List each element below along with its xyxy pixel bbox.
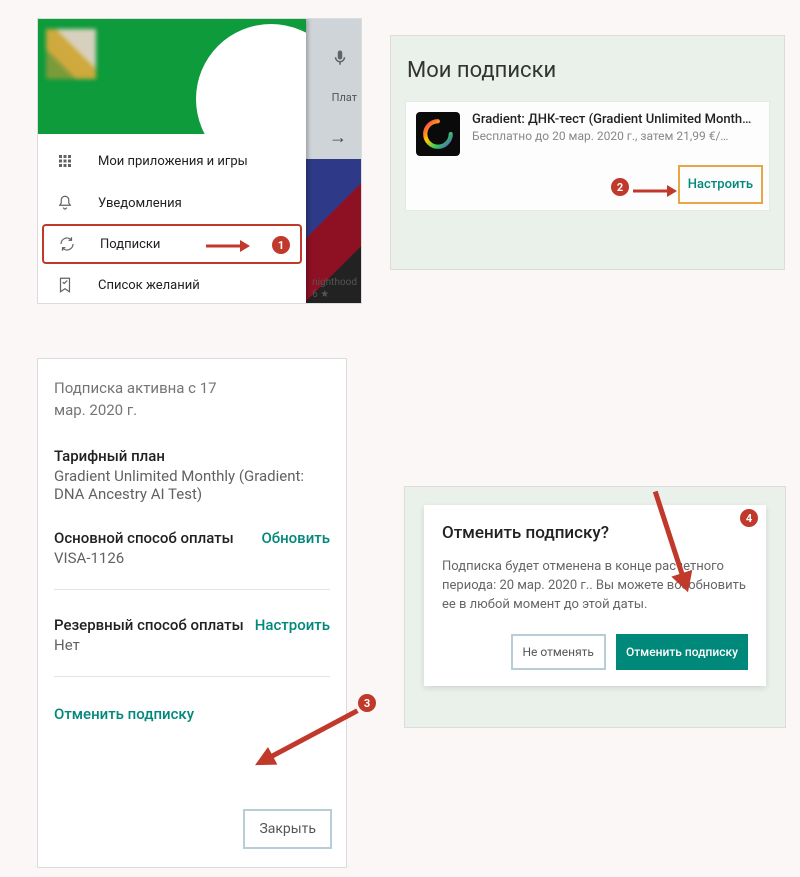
primary-payment-value: VISA-1126 — [54, 549, 330, 567]
drawer-menu: Мои приложения и игры Уведомления Подпис… — [38, 134, 306, 304]
menu-label: Уведомления — [98, 196, 182, 211]
plan-section: Тарифный план Gradient Unlimited Monthly… — [54, 447, 330, 503]
bg-caption: nighthood6 ★ — [312, 277, 357, 301]
subscription-detail-screenshot: Подписка активна с 17 мар. 2020 г. Тариф… — [37, 358, 347, 868]
annotation-badge-2: 2 — [611, 178, 629, 196]
menu-item-subscriptions[interactable]: Подписки 1 — [42, 224, 302, 264]
apps-icon — [54, 150, 76, 172]
backup-payment-section: Настроить Резервный способ оплаты Нет — [54, 616, 330, 654]
manage-link[interactable]: Настроить — [678, 165, 763, 204]
dialog-body: Подписка будет отменена в конце расчетно… — [442, 557, 748, 614]
page-title: Мои подписки — [407, 58, 768, 83]
confirm-cancel-button[interactable]: Отменить подписку — [616, 634, 748, 670]
plan-heading: Тарифный план — [54, 447, 330, 465]
subscription-card[interactable]: Gradient: ДНК-тест (Gradient Unlimited M… — [405, 101, 770, 211]
divider — [54, 676, 330, 677]
dialog-title: Отменить подписку? — [442, 523, 748, 543]
annotation-badge-3: 3 — [358, 694, 376, 712]
drawer-hero-image — [38, 19, 306, 134]
dialog-actions: Не отменять Отменить подписку — [442, 634, 748, 670]
menu-item-apps[interactable]: Мои приложения и игры — [38, 140, 306, 182]
annotation-badge-1: 1 — [272, 236, 290, 254]
annotation-arrow-1 — [204, 239, 250, 253]
close-button[interactable]: Закрыть — [243, 809, 332, 849]
annotation-badge-4: 4 — [740, 509, 758, 527]
subscription-meta: Gradient: ДНК-тест (Gradient Unlimited M… — [472, 112, 759, 143]
cancel-subscription-link[interactable]: Отменить подписку — [54, 705, 330, 723]
update-payment-link[interactable]: Обновить — [261, 529, 330, 547]
menu-item-wishlist[interactable]: Список желаний — [38, 264, 306, 304]
app-icon-gradient — [416, 112, 460, 156]
cancel-confirm-dialog: Отменить подписку? Подписка будет отмене… — [424, 505, 766, 686]
refresh-icon — [56, 233, 78, 255]
backup-payment-value: Нет — [54, 636, 330, 654]
bg-arrow: → — [329, 127, 347, 148]
primary-payment-section: Обновить Основной способ оплаты VISA-112… — [54, 529, 330, 567]
nav-drawer: Мои приложения и игры Уведомления Подпис… — [38, 19, 306, 304]
subscription-title: Gradient: ДНК-тест (Gradient Unlimited M… — [472, 112, 759, 127]
background-content: Плат → nighthood6 ★ — [301, 19, 361, 304]
menu-label: Список желаний — [98, 278, 200, 293]
menu-label: Подписки — [100, 237, 160, 252]
menu-label: Мои приложения и игры — [98, 154, 248, 169]
plan-value: Gradient Unlimited Monthly (Gradient: DN… — [54, 467, 330, 503]
play-store-drawer-screenshot: Плат → nighthood6 ★ Мои приложения и игр… — [37, 18, 362, 304]
divider — [54, 589, 330, 590]
subscription-subtitle: Бесплатно до 20 мар. 2020 г., затем 21,9… — [472, 129, 759, 143]
menu-item-notifications[interactable]: Уведомления — [38, 182, 306, 224]
cancel-dialog-screenshot: Отменить подписку? Подписка будет отмене… — [404, 486, 786, 728]
annotation-arrow-2 — [631, 184, 677, 198]
mic-icon — [331, 49, 355, 73]
active-since-line2: мар. 2020 г. — [54, 399, 330, 421]
bell-icon — [54, 192, 76, 214]
dont-cancel-button[interactable]: Не отменять — [511, 634, 606, 670]
bookmark-icon — [54, 274, 76, 296]
active-since-line1: Подписка активна с 17 — [54, 377, 330, 399]
my-subscriptions-screenshot: Мои подписки Gradient: ДНК-тест (Gradien… — [390, 35, 785, 270]
setup-backup-link[interactable]: Настроить — [255, 616, 330, 634]
bg-chip-text: Плат — [332, 91, 357, 104]
